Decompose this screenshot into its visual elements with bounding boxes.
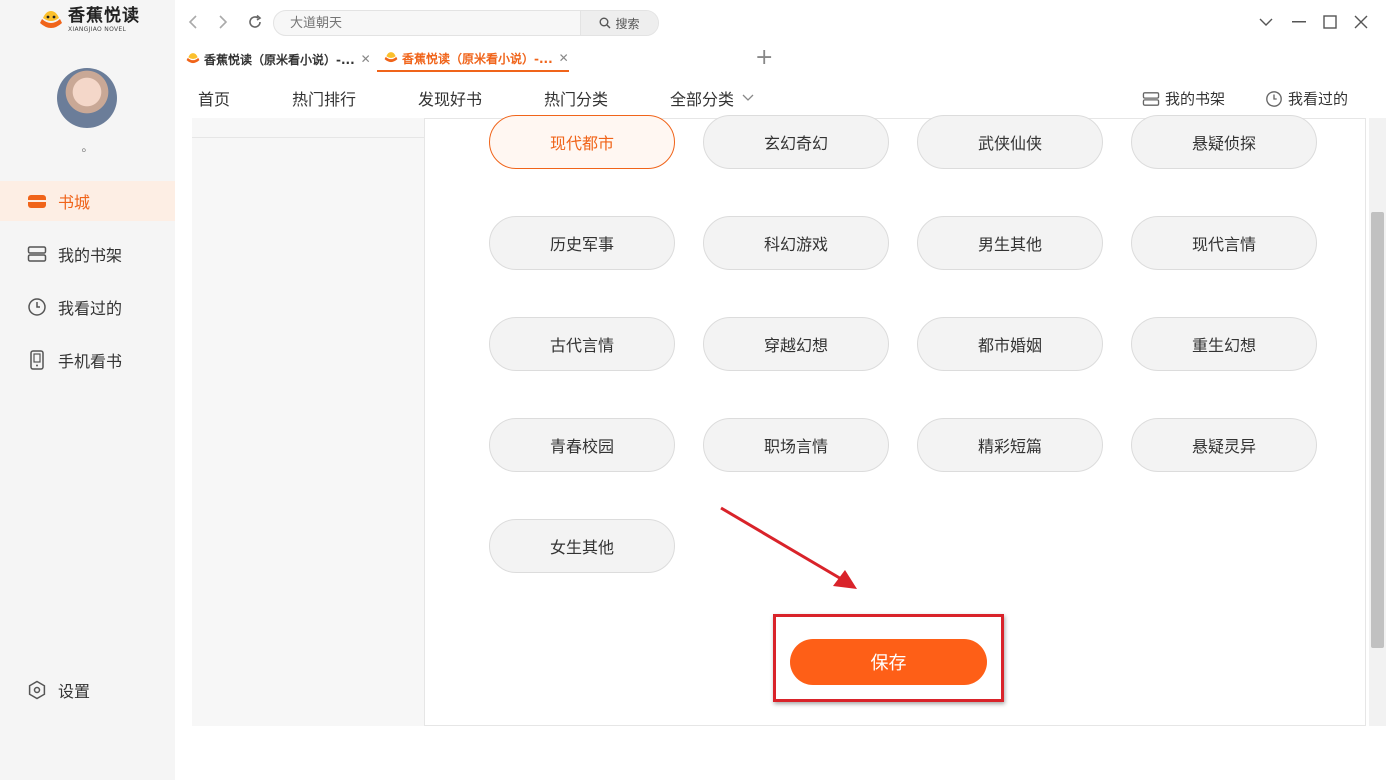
search-button[interactable]: 搜索 (580, 11, 658, 35)
category-side-panel (192, 118, 425, 726)
category-tag[interactable]: 男生其他 (917, 216, 1103, 270)
menu-history-label: 我看过的 (1288, 90, 1349, 108)
back-button[interactable] (183, 12, 203, 32)
sidebar-item-mobile[interactable]: 手机看书 (0, 340, 175, 380)
menu-my-bookshelf-label: 我的书架 (1165, 90, 1226, 108)
menu-all-categories[interactable]: 全部分类 (670, 86, 754, 110)
bookshelf-icon (26, 243, 48, 265)
maximize-button[interactable] (1321, 13, 1339, 31)
menu-discover[interactable]: 发现好书 (418, 86, 482, 110)
tab-label: 香蕉悦读（原米看小说）-... (402, 51, 553, 66)
sidebar-item-label: 我的书架 (58, 246, 123, 265)
menu-history[interactable]: 我看过的 (1265, 88, 1348, 109)
category-tag[interactable]: 女生其他 (489, 519, 675, 573)
logo-title: 香蕉悦读 (68, 6, 140, 26)
dropdown-button[interactable] (1257, 13, 1275, 31)
save-button[interactable]: 保存 (790, 639, 987, 685)
category-tag[interactable]: 玄幻奇幻 (703, 115, 889, 169)
gear-icon (26, 679, 48, 701)
category-tag[interactable]: 穿越幻想 (703, 317, 889, 371)
tab-close-icon[interactable]: ✕ (361, 52, 371, 66)
app-logo[interactable]: 香蕉悦读 XIANGJIAO NOVEL (38, 8, 140, 33)
category-tag[interactable]: 古代言情 (489, 317, 675, 371)
category-tag[interactable]: 现代言情 (1131, 216, 1317, 270)
annotation-arrow-icon (720, 506, 857, 589)
chevron-left-icon (188, 15, 197, 29)
store-icon (26, 190, 48, 212)
clock-icon (26, 296, 48, 318)
phone-icon (26, 349, 48, 371)
sidebar-item-label: 设置 (58, 682, 91, 701)
category-tag[interactable]: 精彩短篇 (917, 418, 1103, 472)
search-label: 搜索 (615, 16, 640, 31)
logo-subtitle: XIANGJIAO NOVEL (68, 26, 127, 33)
refresh-button[interactable] (245, 12, 265, 32)
maximize-icon (1323, 15, 1337, 29)
category-tag[interactable]: 悬疑灵异 (1131, 418, 1317, 472)
menu-hot-categories[interactable]: 热门分类 (544, 86, 608, 110)
banana-logo-icon (186, 53, 200, 64)
sidebar-item-label: 手机看书 (58, 352, 123, 371)
banana-logo-icon (38, 9, 64, 33)
scrollbar-thumb[interactable] (1371, 212, 1384, 648)
forward-button[interactable] (213, 12, 233, 32)
menu-home[interactable]: 首页 (198, 86, 230, 110)
chevron-right-icon (219, 15, 228, 29)
clock-icon (1266, 90, 1282, 107)
close-button[interactable] (1352, 13, 1370, 31)
new-tab-button[interactable]: + (755, 47, 773, 69)
sidebar-item-bookshelf[interactable]: 我的书架 (0, 234, 175, 274)
category-tag[interactable]: 都市婚姻 (917, 317, 1103, 371)
search-icon (599, 17, 611, 29)
tab-2[interactable]: 香蕉悦读（原米看小说）-... ✕ (377, 46, 569, 72)
menu-all-categories-label: 全部分类 (670, 90, 735, 109)
divider (192, 137, 424, 138)
category-tag[interactable]: 悬疑侦探 (1131, 115, 1317, 169)
tab-close-icon[interactable]: ✕ (559, 51, 569, 65)
sidebar-item-label: 书城 (58, 193, 91, 212)
search-input[interactable] (274, 11, 580, 35)
category-tag[interactable]: 重生幻想 (1131, 317, 1317, 371)
sidebar-item-store[interactable]: 书城 (0, 181, 175, 221)
menu-my-bookshelf[interactable]: 我的书架 (1142, 88, 1225, 109)
top-menu: 首页 热门排行 发现好书 热门分类 全部分类 我的书架 我看过的 (175, 74, 1388, 118)
category-tag[interactable]: 科幻游戏 (703, 216, 889, 270)
category-tag[interactable]: 青春校园 (489, 418, 675, 472)
sidebar-item-history[interactable]: 我看过的 (0, 287, 175, 327)
banana-logo-icon (384, 52, 398, 63)
sidebar-item-label: 我看过的 (58, 299, 123, 318)
category-tag[interactable]: 武侠仙侠 (917, 115, 1103, 169)
category-tag[interactable]: 现代都市 (489, 115, 675, 169)
sidebar: 香蕉悦读 XIANGJIAO NOVEL 。 书城 我的书架 我看过的 手机看书… (0, 0, 175, 780)
address-bar: 搜索 (273, 10, 659, 36)
bookshelf-icon (1142, 91, 1160, 106)
refresh-icon (249, 14, 262, 28)
close-icon (1354, 15, 1368, 29)
category-tag[interactable]: 历史军事 (489, 216, 675, 270)
tab-strip: 香蕉悦读（原米看小说）-... ✕ 香蕉悦读（原米看小说）-... ✕ + (175, 44, 1388, 72)
minimize-icon (1292, 21, 1306, 23)
tab-1[interactable]: 香蕉悦读（原米看小说）-... ✕ (179, 46, 371, 72)
footer-area (175, 726, 1388, 780)
menu-rankings[interactable]: 热门排行 (292, 86, 356, 110)
chevron-down-icon (1259, 18, 1273, 26)
avatar[interactable] (57, 68, 117, 128)
sidebar-item-settings[interactable]: 设置 (0, 670, 175, 710)
category-tag[interactable]: 职场言情 (703, 418, 889, 472)
minimize-button[interactable] (1290, 13, 1308, 31)
chevron-down-icon (742, 94, 754, 101)
tab-label: 香蕉悦读（原米看小说）-... (204, 52, 355, 67)
user-name: 。 (81, 140, 94, 154)
